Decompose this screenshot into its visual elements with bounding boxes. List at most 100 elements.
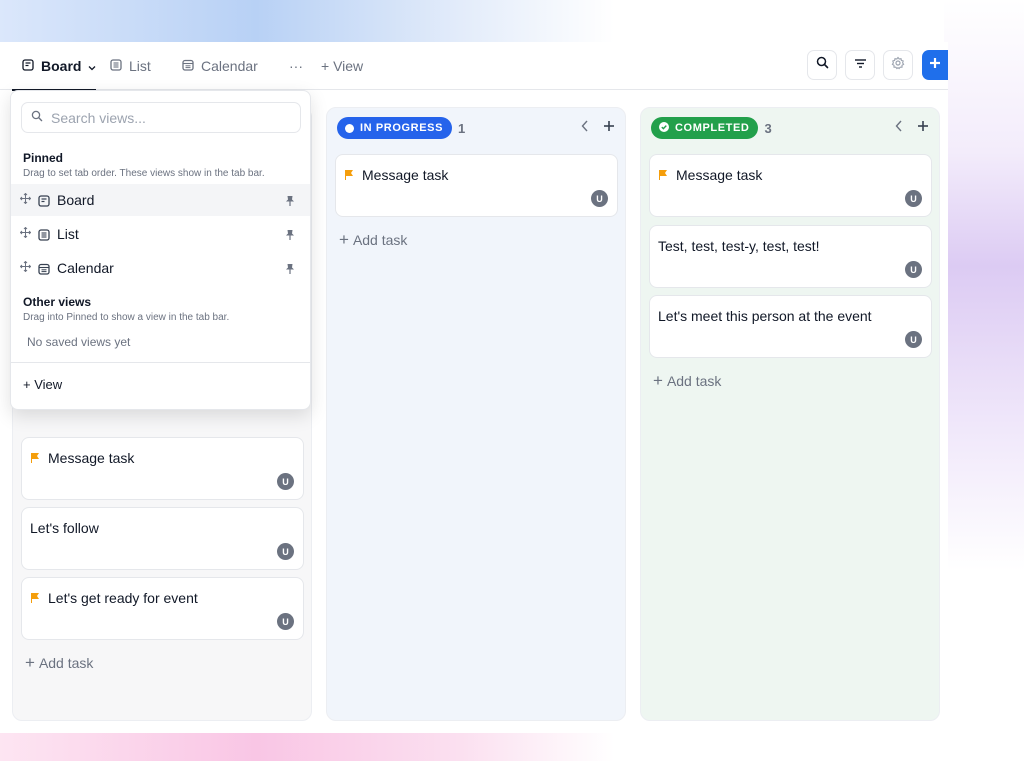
filter-button[interactable]	[845, 50, 875, 80]
column-header: IN PROGRESS 1	[337, 116, 615, 140]
divider	[11, 362, 310, 363]
more-icon: ···	[289, 58, 303, 74]
views-dropdown: Pinned Drag to set tab order. These view…	[10, 90, 311, 410]
drag-handle-icon[interactable]	[19, 191, 32, 209]
status-badge: IN PROGRESS	[337, 117, 453, 139]
search-views-input[interactable]	[51, 109, 281, 126]
pinned-view-calendar[interactable]: Calendar	[11, 252, 310, 284]
flag-icon	[30, 450, 40, 466]
tab-calendar[interactable]: Calendar	[182, 42, 258, 90]
task-card[interactable]: Message task U	[21, 437, 304, 500]
task-card-title: Test, test, test-y, test, test!	[658, 238, 820, 254]
pin-icon[interactable]	[285, 228, 295, 246]
task-card[interactable]: Test, test, test-y, test, test! U	[649, 225, 932, 288]
drag-handle-icon[interactable]	[19, 259, 32, 277]
add-view-button[interactable]: + View	[321, 42, 363, 90]
list-icon	[38, 228, 50, 246]
tab-board-label: Board	[41, 58, 82, 74]
task-card[interactable]: Message task U	[335, 154, 618, 217]
background-gradient-top	[0, 0, 1024, 42]
collapse-icon[interactable]	[895, 119, 903, 137]
status-label: IN PROGRESS	[360, 122, 444, 134]
task-title: Let's get ready for event	[48, 590, 198, 606]
background-gradient-bottom	[0, 729, 1024, 761]
pinned-view-board[interactable]: Board	[11, 184, 310, 216]
board-icon	[22, 58, 34, 74]
board-icon	[38, 194, 50, 212]
add-view-menu-item[interactable]: + View	[23, 377, 62, 392]
empty-views-note: No saved views yet	[27, 335, 131, 349]
task-card-title: Let's get ready for event	[30, 590, 198, 606]
task-card-title: Let's meet this person at the event	[658, 308, 872, 324]
task-card[interactable]: Let's meet this person at the event U	[649, 295, 932, 358]
status-dot-icon	[345, 123, 354, 133]
search-icon	[816, 56, 829, 74]
add-task-button[interactable]: + Add task	[25, 653, 94, 672]
flag-icon	[30, 590, 40, 606]
more-views-button[interactable]: ···	[289, 42, 303, 90]
background-gradient-right	[944, 0, 1024, 761]
status-badge: COMPLETED	[651, 117, 759, 139]
chevron-down-icon	[88, 58, 96, 74]
collapse-icon[interactable]	[581, 119, 589, 137]
pin-icon[interactable]	[285, 262, 295, 280]
check-circle-icon	[659, 121, 669, 135]
view-toolbar: Board List Calendar ··· + View	[0, 42, 948, 91]
task-title: Message task	[676, 167, 763, 183]
task-card[interactable]: Let's get ready for event U	[21, 577, 304, 640]
avatar[interactable]: U	[905, 190, 922, 207]
settings-icon	[891, 56, 905, 75]
avatar[interactable]: U	[277, 543, 294, 560]
task-card[interactable]: Message task U	[649, 154, 932, 217]
avatar[interactable]: U	[591, 190, 608, 207]
settings-button[interactable]	[883, 50, 913, 80]
column-in-progress: IN PROGRESS 1 Message task U + Add task	[326, 107, 626, 721]
other-views-hint: Drag into Pinned to show a view in the t…	[23, 312, 230, 323]
plus-icon: +	[339, 230, 349, 249]
drag-handle-icon[interactable]	[19, 225, 32, 243]
tab-board[interactable]: Board	[12, 42, 96, 91]
tab-calendar-label: Calendar	[201, 58, 258, 74]
avatar[interactable]: U	[277, 613, 294, 630]
view-label: List	[57, 226, 79, 242]
avatar[interactable]: U	[905, 331, 922, 348]
task-title: Test, test, test-y, test, test!	[658, 238, 820, 254]
avatar[interactable]: U	[277, 473, 294, 490]
column-header: COMPLETED 3	[651, 116, 929, 140]
task-title: Message task	[48, 450, 135, 466]
add-task-button[interactable]: + Add task	[339, 230, 408, 249]
view-label: Calendar	[57, 260, 114, 276]
pin-icon[interactable]	[285, 194, 295, 212]
pinned-view-list[interactable]: List	[11, 218, 310, 250]
task-card[interactable]: Let's follow U	[21, 507, 304, 570]
add-task-label: Add task	[666, 373, 722, 389]
task-card-title: Let's follow	[30, 520, 99, 536]
new-task-button[interactable]	[922, 50, 948, 80]
plus-icon[interactable]	[917, 119, 929, 137]
filter-icon	[854, 56, 867, 74]
flag-icon	[658, 167, 668, 183]
other-views-title: Other views	[23, 295, 92, 309]
calendar-icon	[38, 262, 50, 280]
task-card-title: Message task	[658, 167, 762, 183]
plus-icon: +	[653, 371, 663, 390]
search-views-field[interactable]	[21, 102, 301, 133]
add-task-label: Add task	[352, 232, 408, 248]
add-task-label: Add task	[38, 655, 94, 671]
add-view-label: + View	[321, 58, 364, 74]
status-label: COMPLETED	[675, 122, 750, 134]
add-task-button[interactable]: + Add task	[653, 371, 722, 390]
avatar[interactable]: U	[905, 261, 922, 278]
calendar-icon	[182, 58, 194, 74]
task-title: Let's follow	[30, 520, 99, 536]
tab-list-label: List	[129, 58, 151, 74]
plus-icon[interactable]	[603, 119, 615, 137]
tab-list[interactable]: List	[110, 42, 151, 90]
search-icon	[31, 109, 43, 127]
pinned-section-hint: Drag to set tab order. These views show …	[23, 168, 265, 179]
search-button[interactable]	[807, 50, 837, 80]
flag-icon	[344, 167, 354, 183]
task-count: 1	[458, 120, 466, 136]
plus-icon: +	[25, 653, 35, 672]
pinned-section-title: Pinned	[23, 151, 64, 165]
